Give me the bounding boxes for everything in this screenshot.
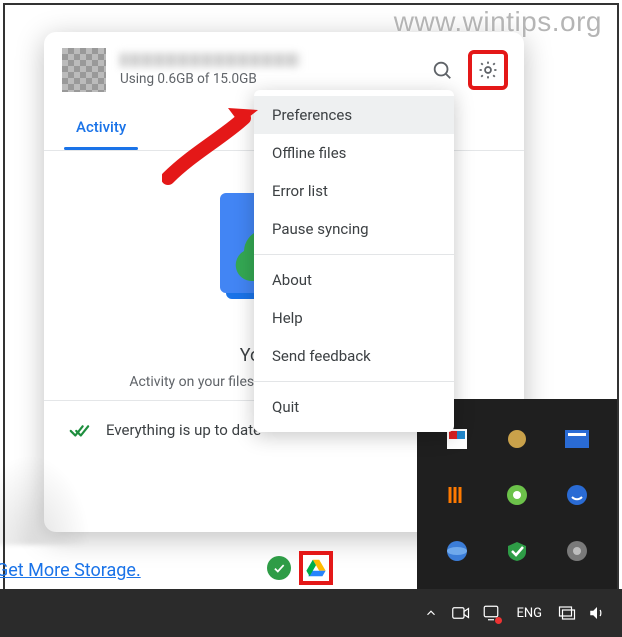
tab-activity[interactable]: Activity bbox=[72, 108, 130, 150]
tray-app-icon[interactable] bbox=[503, 481, 531, 509]
settings-button[interactable] bbox=[470, 52, 506, 88]
tray-app-icon[interactable] bbox=[503, 425, 531, 453]
settings-menu: Preferences Offline files Error list Pau… bbox=[254, 90, 454, 432]
watermark: www.wintips.org bbox=[394, 6, 602, 38]
tray-app-icon[interactable] bbox=[443, 481, 471, 509]
account-text: Using 0.6GB of 15.0GB bbox=[120, 53, 410, 87]
menu-about[interactable]: About bbox=[254, 261, 454, 299]
language-indicator[interactable]: ENG bbox=[512, 606, 546, 621]
tray-app-icon[interactable] bbox=[503, 537, 531, 565]
meet-now-icon[interactable] bbox=[452, 604, 470, 622]
menu-help[interactable]: Help bbox=[254, 299, 454, 337]
tray-quick-row bbox=[217, 547, 417, 589]
search-icon bbox=[431, 59, 453, 81]
menu-pause-syncing[interactable]: Pause syncing bbox=[254, 210, 454, 248]
tray-app-icon[interactable] bbox=[563, 481, 591, 509]
taskbar-icon[interactable] bbox=[482, 604, 500, 622]
sync-ok-icon[interactable] bbox=[267, 556, 291, 580]
volume-icon[interactable] bbox=[588, 604, 606, 622]
status-text: Everything is up to date bbox=[106, 421, 261, 439]
gear-icon bbox=[477, 59, 499, 81]
avatar[interactable] bbox=[62, 48, 106, 92]
tray-app-icon[interactable] bbox=[563, 425, 591, 453]
menu-error-list[interactable]: Error list bbox=[254, 172, 454, 210]
drive-tray-icon[interactable] bbox=[301, 553, 331, 583]
menu-offline-files[interactable]: Offline files bbox=[254, 134, 454, 172]
taskbar: ENG bbox=[0, 589, 622, 637]
check-icon bbox=[68, 419, 90, 441]
menu-separator-2 bbox=[254, 381, 454, 382]
tray-app-icon[interactable] bbox=[443, 537, 471, 565]
tray-app-icon[interactable] bbox=[563, 537, 591, 565]
search-button[interactable] bbox=[424, 52, 460, 88]
menu-preferences[interactable]: Preferences bbox=[254, 96, 454, 134]
storage-usage: Using 0.6GB of 15.0GB bbox=[120, 71, 410, 87]
menu-send-feedback[interactable]: Send feedback bbox=[254, 337, 454, 375]
annotation-arrow bbox=[162, 108, 272, 188]
network-icon[interactable] bbox=[558, 604, 576, 622]
menu-separator bbox=[254, 254, 454, 255]
account-name-blurred bbox=[120, 53, 300, 67]
get-more-storage-link[interactable]: Get More Storage. bbox=[0, 560, 141, 581]
menu-quit[interactable]: Quit bbox=[254, 388, 454, 426]
tray-chevron[interactable] bbox=[422, 604, 440, 622]
